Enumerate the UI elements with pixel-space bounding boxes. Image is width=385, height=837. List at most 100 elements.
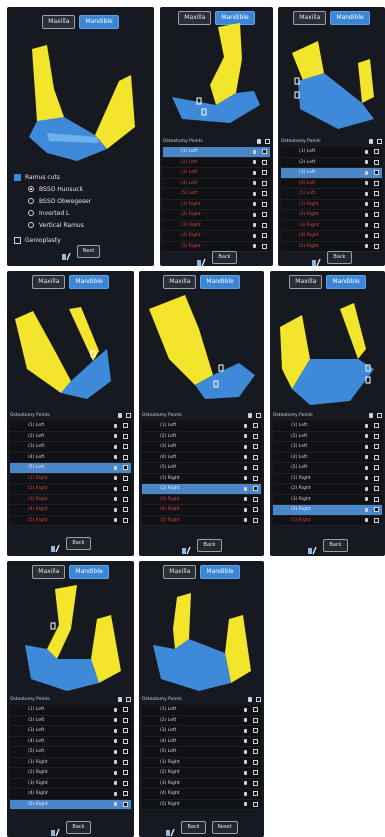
point-checkbox[interactable]	[253, 717, 258, 723]
bsso-hunsuck-option[interactable]: BSSO Hunsuck	[14, 183, 91, 195]
point-checkbox[interactable]	[123, 791, 128, 797]
next-button[interactable]: Next	[76, 245, 101, 258]
list-item[interactable]: (4) Left	[142, 452, 261, 463]
list-item[interactable]: (2) Right	[163, 210, 270, 221]
point-checkbox[interactable]	[123, 759, 128, 765]
trash-icon[interactable]	[365, 223, 368, 228]
trash-icon[interactable]	[365, 191, 368, 196]
point-checkbox[interactable]	[374, 170, 379, 176]
point-checkbox[interactable]	[374, 423, 379, 429]
mandible-button[interactable]: Mandible	[200, 565, 240, 579]
point-checkbox[interactable]	[123, 475, 128, 481]
trash-icon[interactable]	[253, 202, 256, 207]
maxilla-button[interactable]: Maxilla	[163, 275, 197, 289]
list-item[interactable]: (4) Left	[273, 452, 382, 463]
list-item[interactable]: (5) Left	[10, 747, 131, 758]
list-item[interactable]: (5) Left	[142, 747, 261, 758]
list-item[interactable]: (3) Right	[142, 494, 261, 505]
jaw-3d-view[interactable]	[7, 579, 134, 691]
point-checkbox[interactable]	[253, 738, 258, 744]
trash-icon[interactable]	[365, 149, 368, 154]
trash-icon[interactable]	[253, 244, 256, 249]
trash-icon[interactable]	[365, 455, 368, 460]
trash-icon[interactable]	[253, 149, 256, 154]
trash-icon[interactable]	[114, 507, 117, 512]
list-item[interactable]: (2) Right	[10, 484, 131, 495]
point-checkbox[interactable]	[262, 191, 267, 197]
point-checkbox[interactable]	[374, 243, 379, 249]
point-checkbox[interactable]	[253, 728, 258, 734]
maxilla-button[interactable]: Maxilla	[289, 275, 323, 289]
trash-icon[interactable]	[244, 465, 247, 470]
trash-icon[interactable]	[365, 444, 368, 449]
trash-icon[interactable]	[365, 486, 368, 491]
trash-icon[interactable]	[244, 476, 247, 481]
trash-icon[interactable]	[114, 791, 117, 796]
point-checkbox[interactable]	[253, 454, 258, 460]
list-item[interactable]: (4) Left	[10, 452, 131, 463]
point-checkbox[interactable]	[253, 801, 258, 807]
radio-icon[interactable]	[28, 222, 34, 228]
trash-icon[interactable]	[114, 770, 117, 775]
list-item[interactable]: (3) Right	[10, 778, 131, 789]
trash-icon[interactable]	[365, 170, 368, 175]
list-item[interactable]: (4) Right	[163, 231, 270, 242]
radio-icon[interactable]	[28, 186, 34, 192]
list-item[interactable]: (3) Right	[281, 220, 382, 231]
select-all-checkbox[interactable]	[265, 139, 270, 144]
list-item[interactable]: (5) Right	[10, 799, 131, 810]
trash-icon[interactable]	[118, 697, 122, 702]
osteotomy-tool-icon[interactable]	[311, 253, 322, 266]
point-checkbox[interactable]	[123, 423, 128, 429]
point-checkbox[interactable]	[253, 770, 258, 776]
list-item[interactable]: (5) Right	[142, 515, 261, 526]
jaw-3d-view[interactable]	[160, 23, 273, 135]
point-checkbox[interactable]	[123, 717, 128, 723]
list-item[interactable]: (3) Left	[10, 726, 131, 737]
select-all-checkbox[interactable]	[256, 413, 261, 418]
point-checkbox[interactable]	[253, 433, 258, 439]
point-checkbox[interactable]	[253, 486, 258, 492]
list-item[interactable]: (4) Left	[281, 178, 382, 189]
trash-icon[interactable]	[244, 770, 247, 775]
trash-icon[interactable]	[244, 749, 247, 754]
select-all-checkbox[interactable]	[126, 697, 131, 702]
list-item[interactable]: (3) Right	[163, 220, 270, 231]
point-checkbox[interactable]	[253, 759, 258, 765]
trash-icon[interactable]	[114, 802, 117, 807]
trash-icon[interactable]	[369, 413, 373, 418]
list-item[interactable]: (5) Left	[142, 463, 261, 474]
point-checkbox[interactable]	[123, 465, 128, 471]
trash-icon[interactable]	[114, 728, 117, 733]
list-item[interactable]: (2) Left	[273, 431, 382, 442]
list-item[interactable]: (2) Right	[273, 484, 382, 495]
point-checkbox[interactable]	[262, 201, 267, 207]
point-checkbox[interactable]	[374, 454, 379, 460]
list-item[interactable]: (3) Left	[273, 442, 382, 453]
osteotomy-tool-icon[interactable]	[307, 541, 318, 554]
maxilla-button[interactable]: Maxilla	[42, 15, 76, 29]
point-checkbox[interactable]	[374, 496, 379, 502]
list-item[interactable]: (1) Left	[163, 147, 270, 158]
point-checkbox[interactable]	[253, 423, 258, 429]
back-button[interactable]: Back	[66, 537, 91, 550]
list-item[interactable]: (4) Right	[142, 505, 261, 516]
osteotomy-tool-icon[interactable]	[181, 541, 192, 554]
trash-icon[interactable]	[114, 476, 117, 481]
trash-icon[interactable]	[365, 212, 368, 217]
osteotomy-tool-icon[interactable]	[50, 539, 61, 552]
point-checkbox[interactable]	[374, 222, 379, 228]
point-checkbox[interactable]	[253, 517, 258, 523]
list-item[interactable]: (3) Left	[142, 442, 261, 453]
bsso-obwegeser-option[interactable]: BSSO Obwegeser	[14, 195, 91, 207]
trash-icon[interactable]	[114, 486, 117, 491]
list-item[interactable]: (2) Right	[10, 768, 131, 779]
list-item[interactable]: (5) Right	[142, 799, 261, 810]
back-button[interactable]: Back	[197, 539, 222, 552]
trash-icon[interactable]	[244, 507, 247, 512]
osteotomy-tool-icon[interactable]	[165, 823, 176, 836]
trash-icon[interactable]	[244, 781, 247, 786]
trash-icon[interactable]	[365, 476, 368, 481]
point-checkbox[interactable]	[253, 780, 258, 786]
trash-icon[interactable]	[114, 739, 117, 744]
